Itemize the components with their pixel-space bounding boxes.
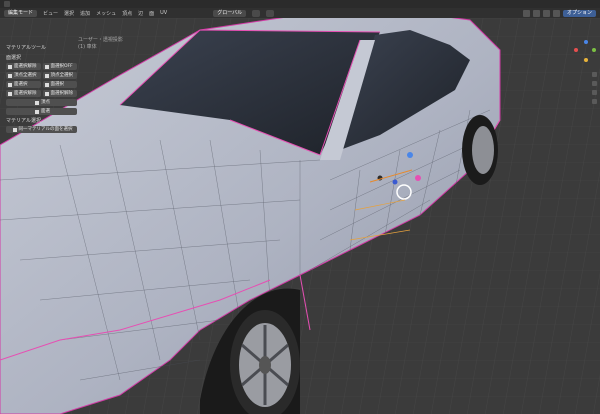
menu-uv[interactable]: UV	[160, 10, 167, 16]
right-toolbar	[592, 72, 597, 104]
select-icon	[44, 73, 49, 78]
top-bar	[0, 0, 600, 8]
tool-panel: マテリアルツール 面選択 面選択解除 面選択OFF 頂点全選択 頂点全選択 面選…	[4, 42, 79, 137]
panel-button[interactable]: 面選択解除	[6, 63, 41, 70]
camera-icon[interactable]	[592, 90, 597, 95]
menu-select[interactable]: 選択	[64, 10, 74, 17]
grid-icon[interactable]	[592, 99, 597, 104]
rear-wheel	[462, 115, 498, 185]
menu-view[interactable]: ビュー	[43, 10, 58, 17]
select-icon	[44, 82, 49, 87]
transform-orientation-select[interactable]: グローバル	[213, 9, 247, 17]
menu-face[interactable]: 面	[149, 10, 154, 17]
select-icon	[8, 91, 12, 96]
face-icon	[35, 109, 39, 114]
zoom-icon[interactable]	[592, 72, 597, 77]
shading-solid-icon[interactable]	[542, 9, 550, 17]
section-label: 面選択	[6, 55, 22, 61]
options-button[interactable]: オプション	[562, 9, 596, 17]
axis-y-icon[interactable]	[592, 48, 596, 52]
panel-title: マテリアルツール	[6, 45, 46, 51]
xray-icon[interactable]	[532, 9, 540, 17]
select-icon	[44, 91, 49, 96]
material-section-label: マテリアル選択	[6, 118, 41, 124]
axis-z-icon[interactable]	[584, 40, 588, 44]
panel-wide-button[interactable]: 頂点	[6, 99, 77, 106]
object-name: (1) 車体	[78, 44, 97, 50]
axis-neg-icon[interactable]	[584, 58, 588, 62]
select-icon	[8, 82, 12, 87]
pivot-select[interactable]	[252, 9, 261, 17]
button-grid: 面選択解除 面選択OFF 頂点全選択 頂点全選択 面選択 面選択 面選択解除 面…	[6, 63, 77, 97]
select-by-material-button[interactable]: 同一マテリアルの面を選択	[6, 126, 77, 133]
viewport-info: ユーザー・透視投影 (1) 車体	[78, 36, 123, 50]
axis-x-icon[interactable]	[574, 48, 578, 52]
menu-edge[interactable]: 辺	[138, 10, 143, 17]
vertex-icon	[35, 100, 39, 105]
shading-material-icon[interactable]	[552, 9, 560, 17]
panel-button[interactable]: 面選択	[6, 81, 41, 88]
snap-select[interactable]	[266, 9, 275, 17]
pan-icon[interactable]	[592, 81, 597, 86]
mode-select[interactable]: 編集モード	[4, 9, 38, 17]
3d-viewport[interactable]: ユーザー・透視投影 (1) 車体 マテリアルツール 面選択 面選択解除 面選択O…	[0, 18, 600, 414]
view-name: ユーザー・透視投影	[78, 37, 123, 43]
viewport-header: 編集モード ビュー 選択 追加 メッシュ 頂点 辺 面 UV グローバル オプシ…	[0, 8, 600, 18]
panel-button[interactable]: 面選択解除	[42, 90, 77, 97]
menu-vertex[interactable]: 頂点	[122, 10, 132, 17]
menu-mesh[interactable]: メッシュ	[96, 10, 116, 17]
select-icon	[8, 73, 12, 78]
viewport-canvas[interactable]	[0, 18, 600, 414]
overlay-icon[interactable]	[522, 9, 530, 17]
material-icon	[12, 127, 17, 132]
select-icon	[8, 64, 12, 69]
panel-button[interactable]: 面選択OFF	[42, 63, 77, 70]
navigation-gizmo[interactable]	[574, 40, 598, 70]
panel-button[interactable]: 面選択	[42, 81, 77, 88]
select-icon	[44, 64, 49, 69]
panel-button[interactable]: 頂点全選択	[6, 72, 41, 79]
blender-logo-icon[interactable]	[4, 1, 10, 7]
panel-button[interactable]: 頂点全選択	[42, 72, 77, 79]
menu-add[interactable]: 追加	[80, 10, 90, 17]
panel-button[interactable]: 面選択解除	[6, 90, 41, 97]
panel-wide-button[interactable]: 面選	[6, 108, 77, 115]
